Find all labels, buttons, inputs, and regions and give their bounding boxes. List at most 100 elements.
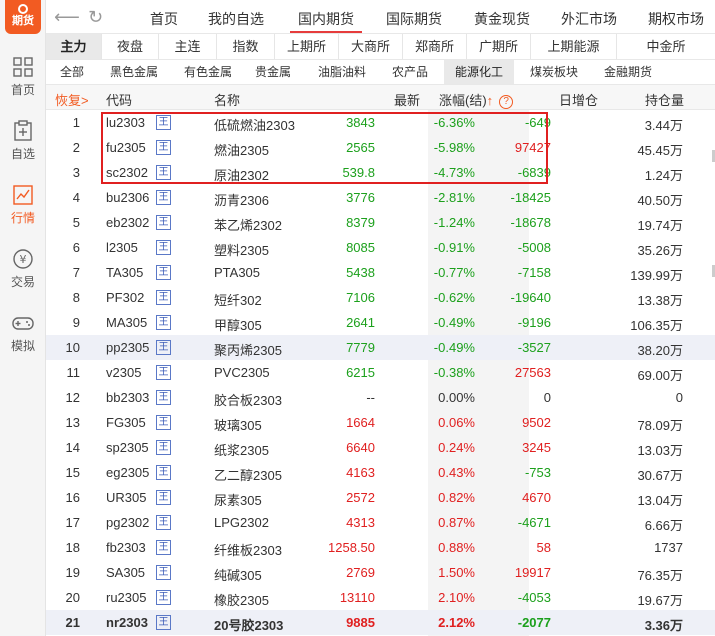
table-row[interactable]: 5 eb2302 苯乙烯2302 8379 -1.24% -18678 19.74万 王 (46, 210, 715, 235)
header-oi-change[interactable]: 日增仓 (559, 90, 598, 109)
sector-oils[interactable]: 油脂油料 (310, 60, 374, 84)
tab-gold-spot[interactable]: 黄金现货 (474, 9, 530, 29)
quote-detail-icon[interactable]: 王 (156, 140, 171, 155)
filter-shfe[interactable]: 上期所 (275, 34, 339, 59)
quote-detail-icon[interactable]: 王 (156, 265, 171, 280)
back-arrow-icon[interactable]: ⟵ (54, 7, 80, 28)
row-name: 橡胶2305 (214, 593, 269, 608)
row-last-price: 8085 (346, 240, 375, 255)
sidebar-item-trade[interactable]: ¥ 交易 (0, 248, 46, 290)
row-change-pct: 0.00% (438, 390, 475, 405)
filter-index[interactable]: 指数 (217, 34, 275, 59)
sidebar-item-market[interactable]: 行情 (0, 184, 46, 226)
table-row[interactable]: 13 FG305 玻璃305 1664 0.06% 9502 78.09万 王 (46, 410, 715, 435)
filter-main[interactable]: 主力 (46, 34, 102, 59)
sector-ferrous[interactable]: 黑色金属 (102, 60, 166, 84)
table-row[interactable]: 21 nr2303 20号胶2303 9885 2.12% -2077 3.36万 王 (46, 610, 715, 635)
table-row[interactable]: 1 lu2303 低硫燃油2303 3843 -6.36% -649 3.44万 王 (46, 110, 715, 135)
sector-nonferrous[interactable]: 有色金属 (176, 60, 240, 84)
quote-detail-icon[interactable]: 王 (156, 615, 171, 630)
table-row[interactable]: 4 bu2306 沥青2306 3776 -2.81% -18425 40.50万 王 (46, 185, 715, 210)
row-code: PF302 (106, 290, 145, 305)
tab-home[interactable]: 首页 (150, 9, 178, 29)
tab-intl-futures[interactable]: 国际期货 (386, 9, 442, 29)
table-row[interactable]: 8 PF302 短纤302 7106 -0.62% -19640 13.38万 王 (46, 285, 715, 310)
restore-sort-button[interactable]: 恢复> (55, 90, 89, 109)
table-row[interactable]: 17 pg2302 LPG2302 4313 0.87% -4671 6.66万 王 (46, 510, 715, 535)
quote-detail-icon[interactable]: 王 (156, 240, 171, 255)
tab-domestic-futures[interactable]: 国内期货 (298, 9, 354, 29)
table-row[interactable]: 2 fu2305 燃油2305 2565 -5.98% 97427 45.45万 王 (46, 135, 715, 160)
table-row[interactable]: 11 v2305 PVC2305 6215 -0.38% 27563 69.00万 王 (46, 360, 715, 385)
header-change[interactable]: 涨幅(结)↑? (439, 90, 514, 109)
table-row[interactable]: 6 l2305 塑料2305 8085 -0.91% -5008 35.26万 王 (46, 235, 715, 260)
row-change-pct: -0.77% (433, 265, 475, 280)
row-hold: 1737 (654, 540, 683, 555)
table-row[interactable]: 19 SA305 纯碱305 2769 1.50% 19917 76.35万 王 (46, 560, 715, 585)
quote-detail-icon[interactable]: 王 (156, 365, 171, 380)
quote-detail-icon[interactable]: 王 (156, 515, 171, 530)
tab-my-watchlist[interactable]: 我的自选 (208, 9, 264, 29)
table-row[interactable]: 16 UR305 尿素305 2572 0.82% 4670 13.04万 王 (46, 485, 715, 510)
row-last-price: 8379 (346, 215, 375, 230)
tab-forex[interactable]: 外汇市场 (561, 9, 617, 29)
table-row[interactable]: 12 bb2303 胶合板2303 -- 0.00% 0 0 王 (46, 385, 715, 410)
filter-ine[interactable]: 上期能源 (531, 34, 617, 59)
row-index: 3 (72, 165, 80, 180)
quote-detail-icon[interactable]: 王 (156, 440, 171, 455)
row-last-price: 7779 (346, 340, 375, 355)
header-hold[interactable]: 持仓量 (645, 90, 684, 109)
quote-detail-icon[interactable]: 王 (156, 315, 171, 330)
quote-detail-icon[interactable]: 王 (156, 290, 171, 305)
filter-czce[interactable]: 郑商所 (403, 34, 467, 59)
filter-cffex[interactable]: 中金所 (617, 34, 715, 59)
table-row[interactable]: 15 eg2305 乙二醇2305 4163 0.43% -753 30.67万 王 (46, 460, 715, 485)
row-last-price: 6215 (346, 365, 375, 380)
tab-options[interactable]: 期权市场 (648, 9, 704, 29)
filter-night[interactable]: 夜盘 (102, 34, 159, 59)
row-index: 7 (72, 265, 80, 280)
sector-agri[interactable]: 农产品 (384, 60, 436, 84)
quote-detail-icon[interactable]: 王 (156, 540, 171, 555)
filter-gfex[interactable]: 广期所 (467, 34, 531, 59)
quote-detail-icon[interactable]: 王 (156, 590, 171, 605)
quote-detail-icon[interactable]: 王 (156, 415, 171, 430)
quote-detail-icon[interactable]: 王 (156, 340, 171, 355)
filter-continuous[interactable]: 主连 (159, 34, 217, 59)
table-row[interactable]: 3 sc2302 原油2302 539.8 -4.73% -6839 1.24万 王 (46, 160, 715, 185)
refresh-icon[interactable]: ↻ (88, 7, 103, 28)
table-row[interactable]: 10 pp2305 聚丙烯2305 7779 -0.49% -3527 38.20万 王 (46, 335, 715, 360)
quote-detail-icon[interactable]: 王 (156, 465, 171, 480)
sector-energy-chem[interactable]: 能源化工 (444, 60, 514, 84)
filter-dce[interactable]: 大商所 (339, 34, 403, 59)
row-index: 6 (72, 240, 80, 255)
header-last[interactable]: 最新 (394, 90, 420, 109)
table-row[interactable]: 14 sp2305 纸浆2305 6640 0.24% 3245 13.03万 王 (46, 435, 715, 460)
quote-detail-icon[interactable]: 王 (156, 390, 171, 405)
table-row[interactable]: 9 MA305 甲醇305 2641 -0.49% -9196 106.35万 王 (46, 310, 715, 335)
quote-detail-icon[interactable]: 王 (156, 190, 171, 205)
table-row[interactable]: 18 fb2303 纤维板2303 1258.50 0.88% 58 1737 王 (46, 535, 715, 560)
header-code[interactable]: 代码 (106, 90, 132, 109)
header-name[interactable]: 名称 (214, 90, 240, 109)
row-name: 燃油2305 (214, 143, 269, 158)
quote-detail-icon[interactable]: 王 (156, 165, 171, 180)
sidebar-item-watchlist[interactable]: 自选 (0, 120, 46, 162)
help-icon[interactable]: ? (499, 94, 514, 109)
row-hold: 13.04万 (637, 493, 683, 508)
table-row[interactable]: 7 TA305 PTA305 5438 -0.77% -7158 139.99万 王 (46, 260, 715, 285)
app-logo[interactable]: 期货 (5, 0, 41, 34)
row-change-pct: 0.06% (438, 415, 475, 430)
quote-detail-icon[interactable]: 王 (156, 565, 171, 580)
quote-detail-icon[interactable]: 王 (156, 115, 171, 130)
sidebar-item-home[interactable]: 首页 (0, 56, 46, 98)
sector-financial[interactable]: 金融期货 (596, 60, 660, 84)
sidebar-item-simulate[interactable]: 模拟 (0, 312, 46, 354)
sector-precious[interactable]: 贵金属 (248, 60, 298, 84)
quote-detail-icon[interactable]: 王 (156, 490, 171, 505)
sector-all[interactable]: 全部 (50, 60, 94, 84)
quote-detail-icon[interactable]: 王 (156, 215, 171, 230)
row-hold: 6.66万 (644, 518, 683, 533)
table-row[interactable]: 20 ru2305 橡胶2305 13110 2.10% -4053 19.67万 王 (46, 585, 715, 610)
sector-coal[interactable]: 煤炭板块 (522, 60, 586, 84)
